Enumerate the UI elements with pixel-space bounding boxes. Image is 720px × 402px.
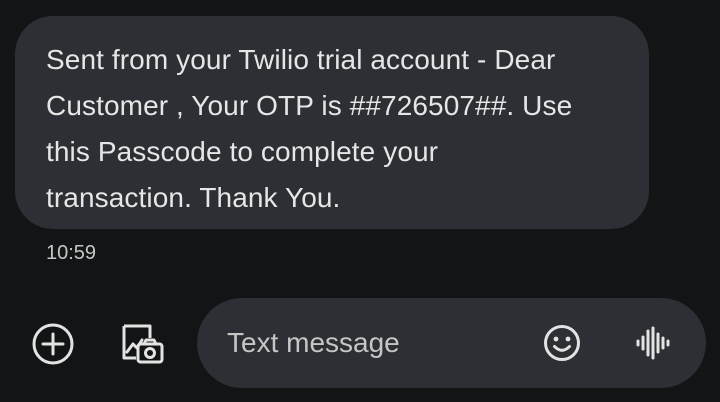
voice-waveform-icon <box>636 326 670 360</box>
voice-input-button[interactable] <box>632 323 672 363</box>
emoji-button[interactable] <box>542 323 582 363</box>
message-text: Sent from your Twilio trial account - De… <box>46 44 573 213</box>
gallery-button[interactable] <box>116 318 168 370</box>
messages-screen: Sent from your Twilio trial account - De… <box>0 0 720 402</box>
message-input[interactable] <box>227 320 527 366</box>
message-timestamp: 10:59 <box>46 242 97 264</box>
message-bubble[interactable]: Sent from your Twilio trial account - De… <box>15 16 649 229</box>
plus-circle-icon <box>32 323 74 365</box>
add-attachment-button[interactable] <box>30 321 76 367</box>
gallery-camera-icon <box>122 324 164 364</box>
smiley-icon <box>544 325 580 361</box>
message-field[interactable] <box>197 298 706 388</box>
compose-bar <box>0 298 720 388</box>
